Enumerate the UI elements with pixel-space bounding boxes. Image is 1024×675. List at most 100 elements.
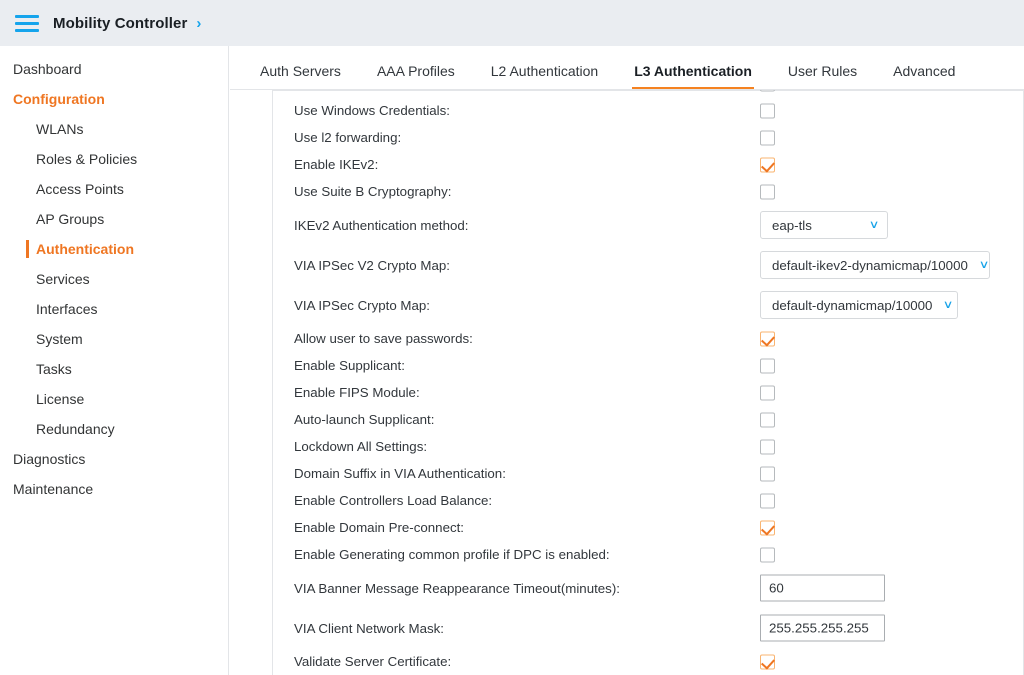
checkbox[interactable]	[760, 654, 775, 669]
tab-l3-authentication[interactable]: L3 Authentication	[632, 63, 754, 90]
setting-control	[760, 547, 775, 562]
page-title: Mobility Controller	[53, 14, 188, 32]
setting-label: Use Suite B Cryptography:	[294, 184, 452, 199]
sidebar-item-interfaces[interactable]: Interfaces	[0, 294, 228, 324]
dropdown-select[interactable]: default-ikev2-dynamicmap/10000 ∨	[760, 251, 990, 279]
setting-label: Enable Domain Pre-connect:	[294, 520, 464, 535]
settings-row: IKEv2 Authentication method: eap-tls ∨	[230, 205, 1024, 245]
sidebar-item-configuration[interactable]: Configuration	[0, 84, 228, 114]
dropdown-select[interactable]: default-dynamicmap/10000 ∨	[760, 291, 958, 319]
sidebar-item-services[interactable]: Services	[0, 264, 228, 294]
sidebar-item-license[interactable]: License	[0, 384, 228, 414]
settings-row-list: Use Windows Credentials: Use l2 forwardin…	[230, 90, 1024, 675]
setting-label: Auto-launch Supplicant:	[294, 412, 435, 427]
setting-control	[760, 520, 775, 535]
setting-control	[760, 614, 885, 642]
dropdown-value: default-ikev2-dynamicmap/10000	[772, 257, 968, 273]
sidebar-item-authentication[interactable]: Authentication	[0, 234, 228, 264]
checkbox[interactable]	[760, 439, 775, 454]
setting-control	[760, 493, 775, 508]
setting-control	[760, 439, 775, 454]
checkbox[interactable]	[760, 90, 775, 91]
chevron-down-icon: ∨	[868, 218, 880, 231]
checkbox[interactable]	[760, 547, 775, 562]
setting-label: Enable FIPS Module:	[294, 385, 420, 400]
settings-row: VIA IPSec Crypto Map: default-dynamicmap/…	[230, 285, 1024, 325]
settings-row: Allow user to save passwords:	[230, 325, 1024, 352]
setting-control: eap-tls ∨	[760, 211, 888, 239]
setting-label: VIA IPSec Crypto Map:	[294, 297, 430, 313]
settings-row: Domain Suffix in VIA Authentication:	[230, 460, 1024, 487]
checkbox[interactable]	[760, 103, 775, 118]
chevron-right-icon[interactable]: ›	[196, 16, 201, 31]
sidebar-item-tasks[interactable]: Tasks	[0, 354, 228, 384]
setting-label: Allow user to save passwords:	[294, 331, 473, 346]
settings-row: Enable Controllers Load Balance:	[230, 487, 1024, 514]
sidebar-item-redundancy[interactable]: Redundancy	[0, 414, 228, 444]
sidebar-item-system[interactable]: System	[0, 324, 228, 354]
hamburger-icon[interactable]	[15, 14, 39, 32]
setting-label: Validate Server Certificate:	[294, 654, 452, 669]
checkbox[interactable]	[760, 184, 775, 199]
tab-advanced[interactable]: Advanced	[893, 63, 955, 90]
checkbox[interactable]	[760, 331, 775, 346]
sidebar-item-ap-groups[interactable]: AP Groups	[0, 204, 228, 234]
setting-label: VIA Banner Message Reappearance Timeout(…	[294, 580, 620, 596]
settings-row: Use Suite B Cryptography:	[230, 178, 1024, 205]
hamburger-bar	[15, 28, 39, 32]
settings-row: VIA Client Network Mask:	[230, 608, 1024, 648]
setting-label: Lockdown All Settings:	[294, 439, 428, 454]
sidebar-navigation: Dashboard Configuration WLANs Roles & Polic…	[0, 46, 229, 675]
tab-l2-authentication[interactable]: L2 Authentication	[491, 63, 598, 90]
sidebar-item-dashboard[interactable]: Dashboard	[0, 54, 228, 84]
setting-control	[760, 157, 775, 172]
text-input[interactable]	[760, 614, 885, 642]
dropdown-value: eap-tls	[772, 217, 812, 233]
sidebar-item-roles-policies[interactable]: Roles & Policies	[0, 144, 228, 174]
setting-label: VIA Client Network Mask:	[294, 620, 445, 636]
settings-row	[230, 90, 1024, 97]
text-input[interactable]	[760, 574, 885, 602]
setting-control	[760, 130, 775, 145]
setting-control	[760, 654, 775, 669]
setting-label: Use Windows Credentials:	[294, 103, 450, 118]
chevron-down-icon: ∨	[942, 298, 954, 311]
settings-row: VIA IPSec V2 Crypto Map: default-ikev2-dy…	[230, 245, 1024, 285]
setting-label: Enable Controllers Load Balance:	[294, 493, 493, 508]
settings-form-region: Use Windows Credentials: Use l2 forwardin…	[230, 90, 1024, 675]
settings-row: Enable Generating common profile if DPC …	[230, 541, 1024, 568]
settings-row: VIA Banner Message Reappearance Timeout(…	[230, 568, 1024, 608]
checkbox[interactable]	[760, 385, 775, 400]
setting-control	[760, 574, 885, 602]
setting-label: Enable Generating common profile if DPC …	[294, 547, 610, 562]
settings-row: Validate Server Certificate:	[230, 648, 1024, 675]
sidebar-item-maintenance[interactable]: Maintenance	[0, 474, 228, 504]
settings-row: Enable IKEv2:	[230, 151, 1024, 178]
setting-control	[760, 90, 775, 91]
tab-auth-servers[interactable]: Auth Servers	[260, 63, 341, 90]
hamburger-bar	[15, 21, 39, 25]
checkbox[interactable]	[760, 466, 775, 481]
setting-label: VIA IPSec V2 Crypto Map:	[294, 257, 450, 273]
settings-row: Use Windows Credentials:	[230, 97, 1024, 124]
checkbox[interactable]	[760, 157, 775, 172]
checkbox[interactable]	[760, 412, 775, 427]
sidebar-item-diagnostics[interactable]: Diagnostics	[0, 444, 228, 474]
settings-row: Auto-launch Supplicant:	[230, 406, 1024, 433]
setting-control	[760, 184, 775, 199]
sidebar-item-access-points[interactable]: Access Points	[0, 174, 228, 204]
checkbox[interactable]	[760, 493, 775, 508]
checkbox[interactable]	[760, 130, 775, 145]
checkbox[interactable]	[760, 358, 775, 373]
settings-row: Enable Supplicant:	[230, 352, 1024, 379]
tab-user-rules[interactable]: User Rules	[788, 63, 857, 90]
chevron-down-icon: ∨	[978, 258, 990, 271]
sidebar-item-wlans[interactable]: WLANs	[0, 114, 228, 144]
setting-control	[760, 358, 775, 373]
dropdown-select[interactable]: eap-tls ∨	[760, 211, 888, 239]
setting-control	[760, 466, 775, 481]
tab-aaa-profiles[interactable]: AAA Profiles	[377, 63, 455, 90]
checkbox[interactable]	[760, 520, 775, 535]
tab-bar: Auth Servers AAA Profiles L2 Authenticatio…	[230, 46, 1024, 90]
settings-row: Enable Domain Pre-connect:	[230, 514, 1024, 541]
